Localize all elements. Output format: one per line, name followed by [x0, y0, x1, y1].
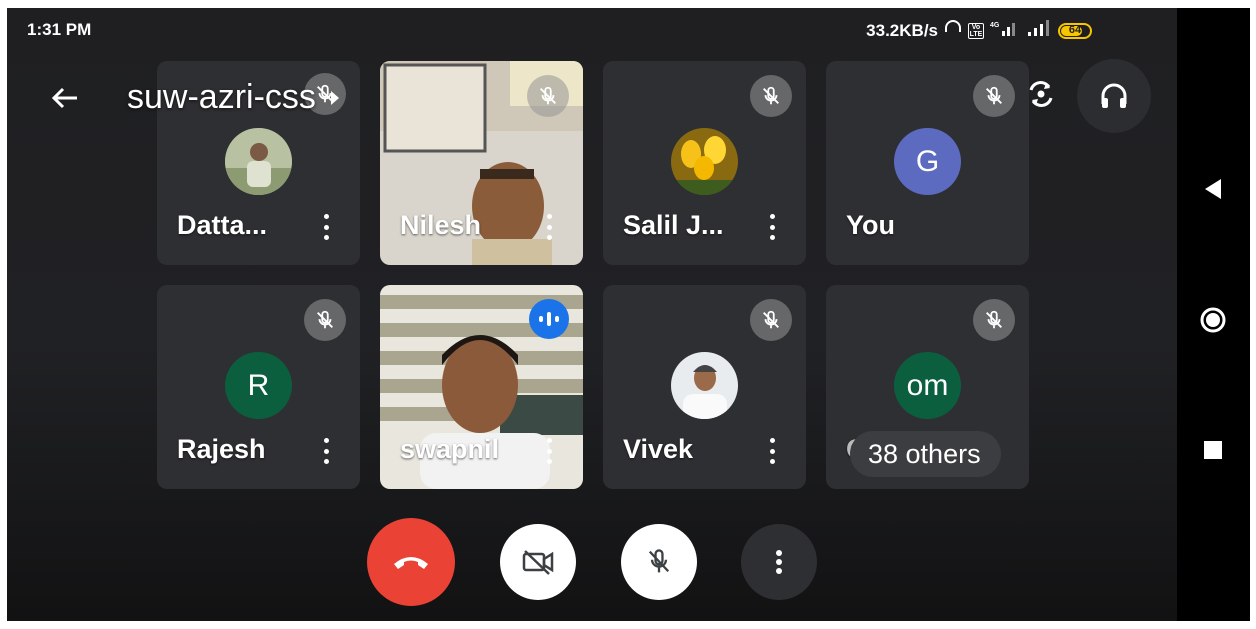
participant-name: Rajesh	[177, 434, 266, 464]
videocam-off-icon	[522, 550, 554, 575]
headphones-icon	[1101, 83, 1127, 108]
mic-off-icon	[304, 299, 346, 341]
avatar: R	[225, 352, 292, 419]
participant-tile-speaking[interactable]: swapnil	[380, 285, 583, 489]
switch-camera-icon	[1029, 81, 1053, 107]
more-options-icon[interactable]	[318, 435, 334, 467]
mic-off-icon	[750, 299, 792, 341]
square-recents-icon	[1204, 441, 1222, 459]
status-icons: 33.2KB/s Vo LTE 4G 64	[866, 20, 1092, 41]
meet-call-view: 1:31 PM 33.2KB/s Vo LTE 4G 64 Datta... N…	[7, 8, 1177, 621]
participant-name: You	[846, 210, 895, 240]
more-vert-icon	[776, 550, 782, 574]
signal-icon	[1026, 20, 1052, 41]
others-count-chip[interactable]: 38 others	[850, 431, 1001, 477]
meeting-code: suw-azri-css	[127, 78, 316, 116]
avatar	[671, 128, 738, 195]
more-options-icon[interactable]	[764, 435, 780, 467]
nav-home-button[interactable]	[1199, 306, 1227, 339]
svg-text:4G: 4G	[990, 22, 1000, 29]
nav-recents-button[interactable]	[1204, 441, 1222, 464]
mic-off-icon	[750, 75, 792, 117]
phone-screen: 1:31 PM 33.2KB/s Vo LTE 4G 64 Datta... N…	[7, 8, 1250, 621]
more-options-icon[interactable]	[541, 211, 557, 243]
switch-camera-button[interactable]	[1019, 72, 1063, 116]
nav-back-button[interactable]	[1203, 178, 1223, 205]
triangle-back-icon	[1205, 179, 1221, 199]
meeting-title[interactable]: suw-azri-css	[127, 78, 340, 117]
volte-icon: Vo LTE	[968, 22, 984, 39]
mic-off-icon	[973, 75, 1015, 117]
end-call-button[interactable]	[367, 518, 455, 606]
mic-toggle-button[interactable]	[621, 524, 697, 600]
circle-home-icon	[1200, 307, 1226, 333]
participant-tile-self[interactable]: G You	[826, 61, 1029, 265]
participant-tile[interactable]: om ON 38 others	[826, 285, 1029, 489]
participant-tile[interactable]: Salil J...	[603, 61, 806, 265]
mic-off-icon	[973, 299, 1015, 341]
arrow-back-icon	[51, 87, 77, 109]
avatar-initial: G	[915, 144, 940, 178]
back-button[interactable]	[47, 80, 83, 116]
more-options-icon[interactable]	[318, 211, 334, 243]
participant-name: Vivek	[623, 434, 694, 464]
avatar-initial: R	[247, 368, 270, 402]
status-time: 1:31 PM	[27, 20, 92, 39]
avatar	[225, 128, 292, 195]
avatar-initial: om	[906, 368, 949, 402]
participant-name: Nilesh	[400, 210, 482, 240]
more-options-icon[interactable]	[764, 211, 780, 243]
mic-off-icon	[648, 549, 670, 573]
chevron-right-icon	[330, 90, 339, 105]
more-options-button[interactable]	[741, 524, 817, 600]
avatar: G	[894, 128, 961, 195]
participant-tile[interactable]: Vivek	[603, 285, 806, 489]
avatar	[671, 352, 738, 419]
mic-off-icon	[527, 75, 569, 117]
battery-level: 64	[1068, 23, 1082, 36]
headset-status-icon	[944, 20, 962, 41]
audio-output-button[interactable]	[1077, 59, 1151, 133]
participant-name: Datta...	[177, 210, 268, 240]
participant-tile[interactable]: R Rajesh	[157, 285, 360, 489]
speaking-indicator-icon	[529, 299, 569, 339]
hang-up-icon	[394, 557, 428, 569]
participant-tile[interactable]: Nilesh	[380, 61, 583, 265]
participant-name: swapnil	[400, 434, 500, 464]
camera-toggle-button[interactable]	[500, 524, 576, 600]
more-options-icon[interactable]	[541, 435, 557, 467]
participant-name: Salil J...	[623, 210, 724, 240]
network-speed: 33.2KB/s	[866, 20, 938, 40]
signal-4g-icon: 4G	[990, 20, 1020, 41]
avatar: om	[894, 352, 961, 419]
battery-icon: 64	[1058, 22, 1092, 39]
android-nav-bar	[1177, 8, 1250, 621]
